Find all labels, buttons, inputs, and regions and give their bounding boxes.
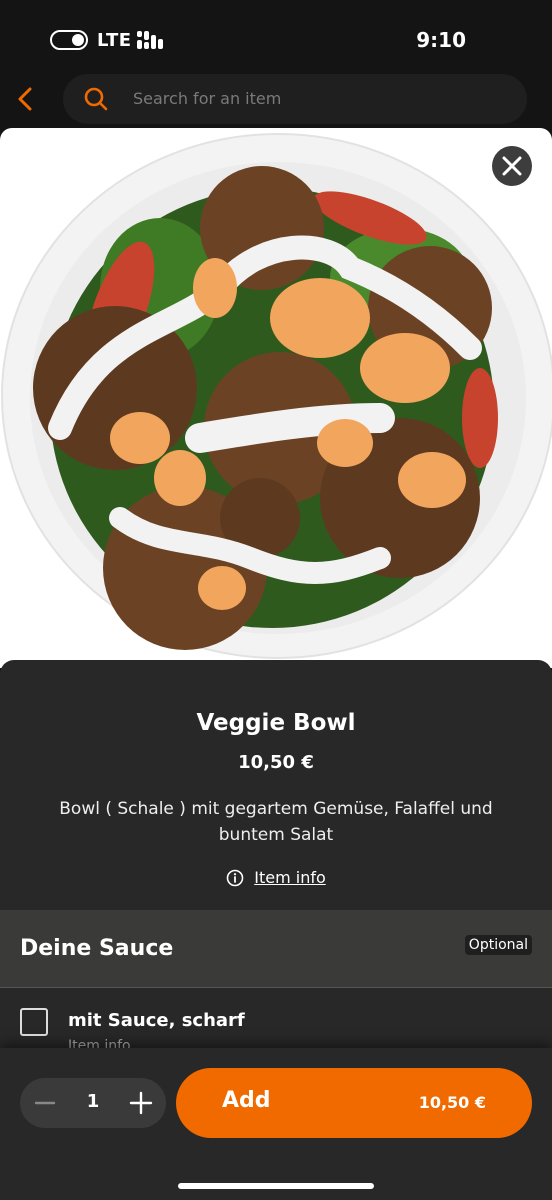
item-price: 10,50 € (238, 752, 314, 773)
status-bar: LTE 9:10 (0, 0, 552, 80)
back-button[interactable] (12, 84, 38, 114)
network-type: LTE (97, 30, 132, 51)
item-info-label[interactable]: Item info (254, 868, 326, 887)
item-name: Veggie Bowl (196, 710, 356, 736)
plus-icon (129, 1091, 153, 1115)
product-image (0, 128, 552, 668)
item-details: Veggie Bowl 10,50 € Bowl ( Schale ) mit … (0, 660, 552, 910)
close-button[interactable] (492, 146, 532, 186)
add-price: 10,50 € (418, 1093, 486, 1112)
decrease-button[interactable] (32, 1090, 58, 1116)
search-placeholder: Search for an item (133, 89, 282, 108)
info-icon (226, 869, 244, 886)
item-info-row: Item info (0, 868, 552, 892)
bowl-image (1, 133, 552, 659)
close-icon (502, 156, 522, 176)
home-indicator[interactable] (178, 1183, 374, 1189)
signal-icon (137, 31, 165, 51)
sauce-option[interactable]: mit Sauce, scharf Item info (0, 988, 552, 1054)
add-to-cart-button[interactable]: Add 10,50 € (176, 1068, 532, 1138)
add-label: Add (222, 1088, 271, 1113)
search-icon (84, 87, 108, 111)
bottom-bar: 1 Add 10,50 € (0, 1048, 552, 1200)
clock: 9:10 (416, 28, 466, 52)
increase-button[interactable] (128, 1090, 154, 1116)
search-row: Search for an item (0, 72, 552, 128)
item-description: Bowl ( Schale ) mit gegartem Gemüse, Fal… (59, 799, 493, 845)
quantity-value: 1 (86, 1091, 100, 1112)
option-label: mit Sauce, scharf (68, 1010, 245, 1031)
optional-badge: Optional (464, 935, 532, 955)
quantity-stepper: 1 (20, 1078, 166, 1128)
search-input[interactable]: Search for an item (63, 74, 527, 124)
section-title: Deine Sauce (20, 936, 174, 961)
battery-icon (50, 30, 88, 50)
sauce-checkbox[interactable] (20, 1008, 48, 1036)
sauce-section-header: Deine Sauce Optional (0, 910, 552, 988)
chevron-left-icon (18, 87, 32, 111)
item-info-link[interactable]: Item info (226, 868, 326, 887)
minus-icon (34, 1101, 56, 1105)
